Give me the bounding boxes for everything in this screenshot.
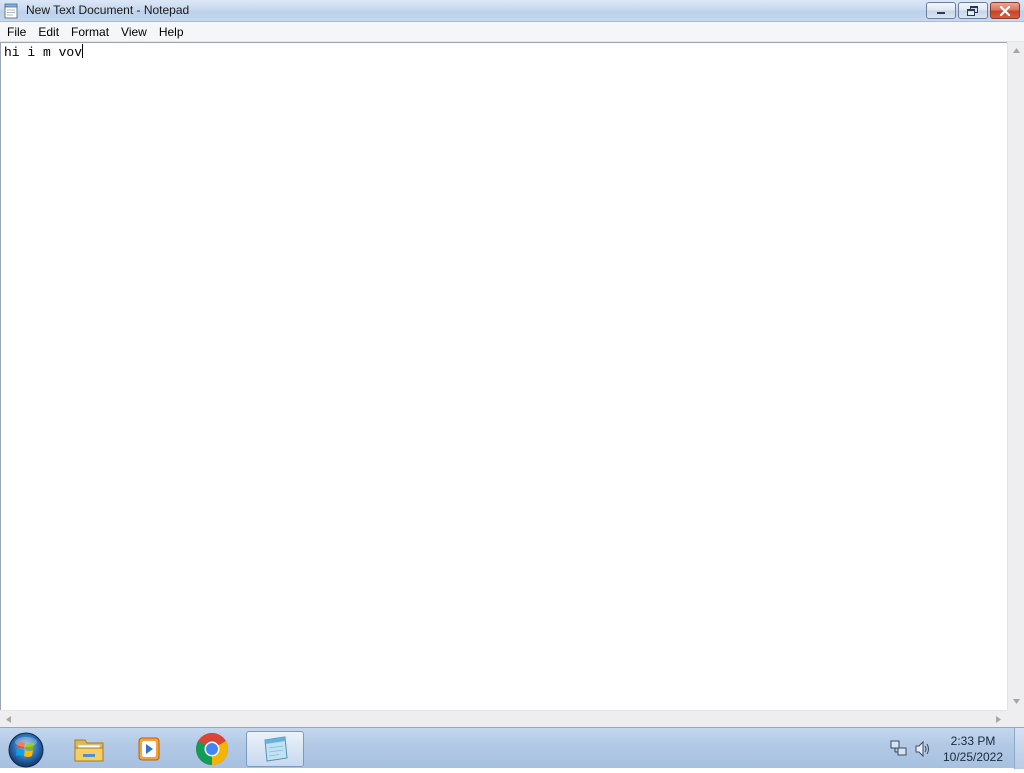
volume-icon[interactable] — [914, 740, 932, 758]
restore-button[interactable] — [958, 2, 988, 19]
notepad-icon — [4, 3, 18, 19]
close-button[interactable] — [990, 2, 1020, 19]
window-title: New Text Document - Notepad — [26, 3, 190, 17]
windows-start-icon — [8, 732, 44, 768]
scroll-left-button[interactable] — [0, 711, 17, 728]
scroll-right-button[interactable] — [990, 711, 1007, 728]
taskbar-chrome[interactable] — [184, 731, 240, 767]
scroll-up-button[interactable] — [1008, 42, 1024, 59]
restore-icon — [967, 5, 978, 16]
notepad-icon — [264, 736, 288, 762]
taskbar-notepad[interactable] — [246, 731, 304, 767]
scrollbar-corner — [1007, 710, 1024, 727]
horizontal-scrollbar[interactable] — [0, 710, 1007, 727]
taskbar-explorer[interactable] — [61, 731, 117, 767]
system-clock[interactable]: 2:33 PM 10/25/2022 — [932, 733, 1014, 765]
start-button[interactable] — [6, 730, 46, 768]
arrow-up-icon — [1013, 48, 1020, 53]
menu-bar: File Edit Format View Help — [0, 22, 1024, 42]
media-player-icon — [138, 737, 160, 761]
menu-format[interactable]: Format — [65, 23, 115, 41]
scroll-down-button[interactable] — [1008, 693, 1024, 710]
arrow-right-icon — [996, 716, 1001, 723]
arrow-down-icon — [1013, 699, 1020, 704]
network-icon[interactable] — [890, 740, 908, 758]
minimize-icon — [937, 11, 945, 14]
text-caret — [82, 44, 84, 58]
vertical-scrollbar[interactable] — [1007, 42, 1024, 710]
menu-view[interactable]: View — [115, 23, 153, 41]
clock-time: 2:33 PM — [950, 734, 996, 748]
show-desktop-button[interactable] — [1014, 728, 1024, 769]
clock-date: 10/25/2022 — [942, 750, 1004, 764]
folder-icon — [74, 739, 104, 762]
taskbar: 2:33 PM 10/25/2022 — [0, 727, 1024, 769]
taskbar-media-player[interactable] — [121, 731, 177, 767]
editor-content-line: hi i m vov — [4, 44, 84, 61]
menu-help[interactable]: Help — [153, 23, 190, 41]
editor-content: hi i m vov — [4, 45, 83, 60]
minimize-button[interactable] — [926, 2, 956, 19]
close-icon — [999, 5, 1011, 16]
text-editor[interactable]: hi i m vov — [0, 42, 1007, 710]
chrome-icon — [196, 733, 228, 765]
arrow-left-icon — [6, 716, 11, 723]
title-bar[interactable]: New Text Document - Notepad — [0, 0, 1024, 22]
menu-edit[interactable]: Edit — [32, 23, 65, 41]
menu-file[interactable]: File — [1, 23, 32, 41]
